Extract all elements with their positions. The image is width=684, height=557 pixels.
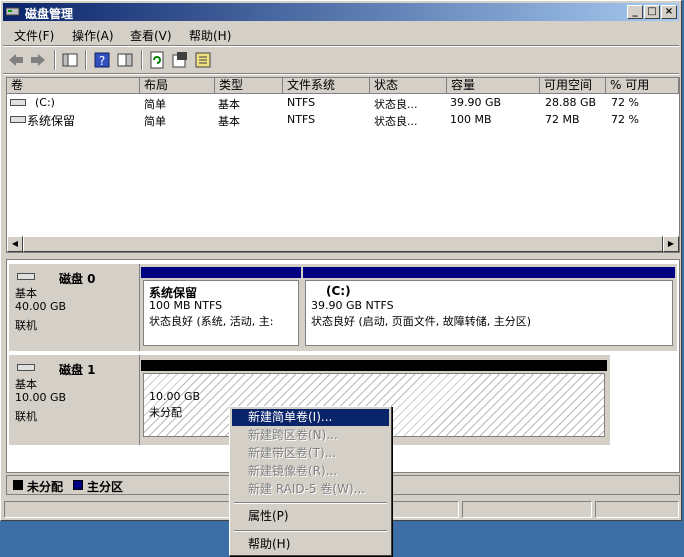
legend-swatch-primary — [73, 480, 83, 490]
volume-drive-icon — [10, 99, 26, 106]
disk-management-icon — [6, 7, 20, 16]
partition-c-drive[interactable]: (C:) 39.90 GB NTFS 状态良好 (启动, 页面文件, 故障转储,… — [305, 280, 673, 346]
minimize-button[interactable]: _ — [627, 5, 643, 19]
column-header-layout[interactable]: 布局 — [140, 78, 215, 94]
partition-name: (C:) — [326, 284, 351, 298]
primary-partition-bar — [303, 267, 675, 278]
close-button[interactable]: × — [661, 5, 677, 19]
column-header-free-space[interactable]: 可用空间 — [540, 78, 606, 94]
cell-volume: (C:) — [35, 96, 55, 109]
menu-item-new-spanned-volume[interactable]: 新建跨区卷(N)... — [232, 427, 389, 444]
menu-action[interactable]: 操作(A) — [72, 27, 114, 44]
unallocated-bar — [141, 360, 607, 371]
column-header-status[interactable]: 状态 — [370, 78, 447, 94]
disk-drive-icon — [17, 364, 35, 371]
disk-name: 磁盘 0 — [59, 272, 96, 286]
help-icon[interactable]: ? — [93, 51, 111, 69]
menu-view[interactable]: 查看(V) — [130, 27, 172, 44]
menu-file[interactable]: 文件(F) — [14, 27, 54, 44]
console-tree-icon[interactable] — [61, 51, 79, 69]
toolbar-separator — [54, 50, 56, 70]
cell-capacity: 100 MB — [450, 113, 492, 126]
cell-layout: 简单 — [144, 115, 166, 128]
toolbar-bottom-separator — [3, 73, 679, 75]
primary-partition-bar — [141, 267, 301, 278]
maximize-button[interactable]: □ — [644, 5, 660, 19]
disk-name: 磁盘 1 — [59, 363, 96, 377]
legend-swatch-unallocated — [13, 480, 23, 490]
menu-item-new-mirrored-volume[interactable]: 新建镜像卷(R)... — [232, 463, 389, 480]
cell-free-space: 28.88 GB — [545, 96, 597, 109]
column-header-volume[interactable]: 卷 — [7, 78, 140, 94]
cell-type: 基本 — [218, 115, 240, 128]
settings-list-icon[interactable] — [194, 51, 212, 69]
partition-system-reserved[interactable]: 系统保留 100 MB NTFS 状态良好 (系统, 活动, 主: — [143, 280, 299, 346]
toolbar-separator — [141, 50, 143, 70]
context-menu: 新建简单卷(I)... 新建跨区卷(N)... 新建带区卷(T)... 新建镜像… — [229, 406, 392, 556]
partition-size: 100 MB NTFS — [149, 299, 223, 312]
partition-status: 状态良好 (系统, 活动, 主: — [149, 315, 274, 328]
refresh-icon[interactable] — [148, 51, 166, 69]
disk-0-partitions: 系统保留 100 MB NTFS 状态良好 (系统, 活动, 主: (C:) 3… — [140, 264, 677, 351]
column-header-type[interactable]: 类型 — [215, 78, 283, 94]
status-panel — [595, 501, 679, 518]
disk-size: 10.00 GB — [15, 391, 67, 404]
disk-1-info[interactable]: 磁盘 1 基本 10.00 GB 联机 — [9, 355, 140, 445]
title-bar[interactable]: 磁盘管理 _ □ × — [3, 3, 679, 21]
scroll-left-button[interactable]: ◀ — [7, 236, 23, 252]
properties-icon[interactable] — [171, 51, 189, 69]
unallocated-label: 未分配 — [149, 406, 182, 419]
unallocated-size: 10.00 GB — [149, 390, 201, 403]
menu-item-new-raid5-volume[interactable]: 新建 RAID-5 卷(W)... — [232, 481, 389, 498]
cell-type: 基本 — [218, 98, 240, 111]
cell-filesystem: NTFS — [287, 96, 316, 109]
menu-separator — [234, 530, 387, 532]
disk-state: 联机 — [15, 319, 37, 332]
cell-percent-free: 72 % — [611, 113, 639, 126]
menu-bar: 文件(F) 操作(A) 查看(V) 帮助(H) — [3, 23, 679, 45]
disk-type: 基本 — [15, 287, 37, 300]
window-title: 磁盘管理 — [25, 7, 74, 21]
volume-drive-icon — [10, 116, 26, 123]
menu-item-new-simple-volume[interactable]: 新建简单卷(I)... — [232, 409, 389, 426]
disk-0-info[interactable]: 磁盘 0 基本 40.00 GB 联机 — [9, 264, 140, 351]
column-header-capacity[interactable]: 容量 — [447, 78, 540, 94]
cell-capacity: 39.90 GB — [450, 96, 502, 109]
cell-free-space: 72 MB — [545, 113, 580, 126]
menu-help[interactable]: 帮助(H) — [189, 27, 231, 44]
scroll-right-button[interactable]: ▶ — [663, 236, 679, 252]
cell-volume: 系统保留 — [27, 114, 76, 128]
cell-percent-free: 72 % — [611, 96, 639, 109]
cell-filesystem: NTFS — [287, 113, 316, 126]
disk-state: 联机 — [15, 410, 37, 423]
partition-size: 39.90 GB NTFS — [311, 299, 394, 312]
toolbar-separator — [85, 50, 87, 70]
cell-status: 状态良... — [374, 115, 418, 128]
show-hide-pane-icon[interactable] — [116, 51, 134, 69]
cell-layout: 简单 — [144, 98, 166, 111]
toolbar: ? — [3, 47, 679, 73]
legend-unallocated: 未分配 — [27, 480, 64, 494]
menu-separator — [234, 502, 387, 504]
back-arrow-icon[interactable] — [7, 51, 25, 69]
column-header-filesystem[interactable]: 文件系统 — [283, 78, 370, 94]
disk-size: 40.00 GB — [15, 300, 67, 313]
status-panel — [462, 501, 592, 518]
horizontal-scrollbar[interactable]: ◀ ▶ — [7, 236, 679, 252]
column-header-percent-free[interactable]: % 可用 — [606, 78, 679, 94]
menu-item-new-striped-volume[interactable]: 新建带区卷(T)... — [232, 445, 389, 462]
volume-list[interactable]: 卷 布局 类型 文件系统 状态 容量 可用空间 % 可用 (C:) 简单 基本 … — [6, 77, 680, 253]
menu-item-properties[interactable]: 属性(P) — [232, 508, 389, 525]
scroll-thumb[interactable] — [23, 236, 663, 252]
menu-item-help[interactable]: 帮助(H) — [232, 536, 389, 553]
cell-status: 状态良... — [374, 98, 418, 111]
partition-status: 状态良好 (启动, 页面文件, 故障转储, 主分区) — [311, 315, 532, 328]
svg-text:?: ? — [99, 54, 105, 68]
forward-arrow-icon[interactable] — [29, 51, 47, 69]
disk-type: 基本 — [15, 378, 37, 391]
legend-primary: 主分区 — [87, 480, 124, 494]
disk-drive-icon — [17, 273, 35, 280]
